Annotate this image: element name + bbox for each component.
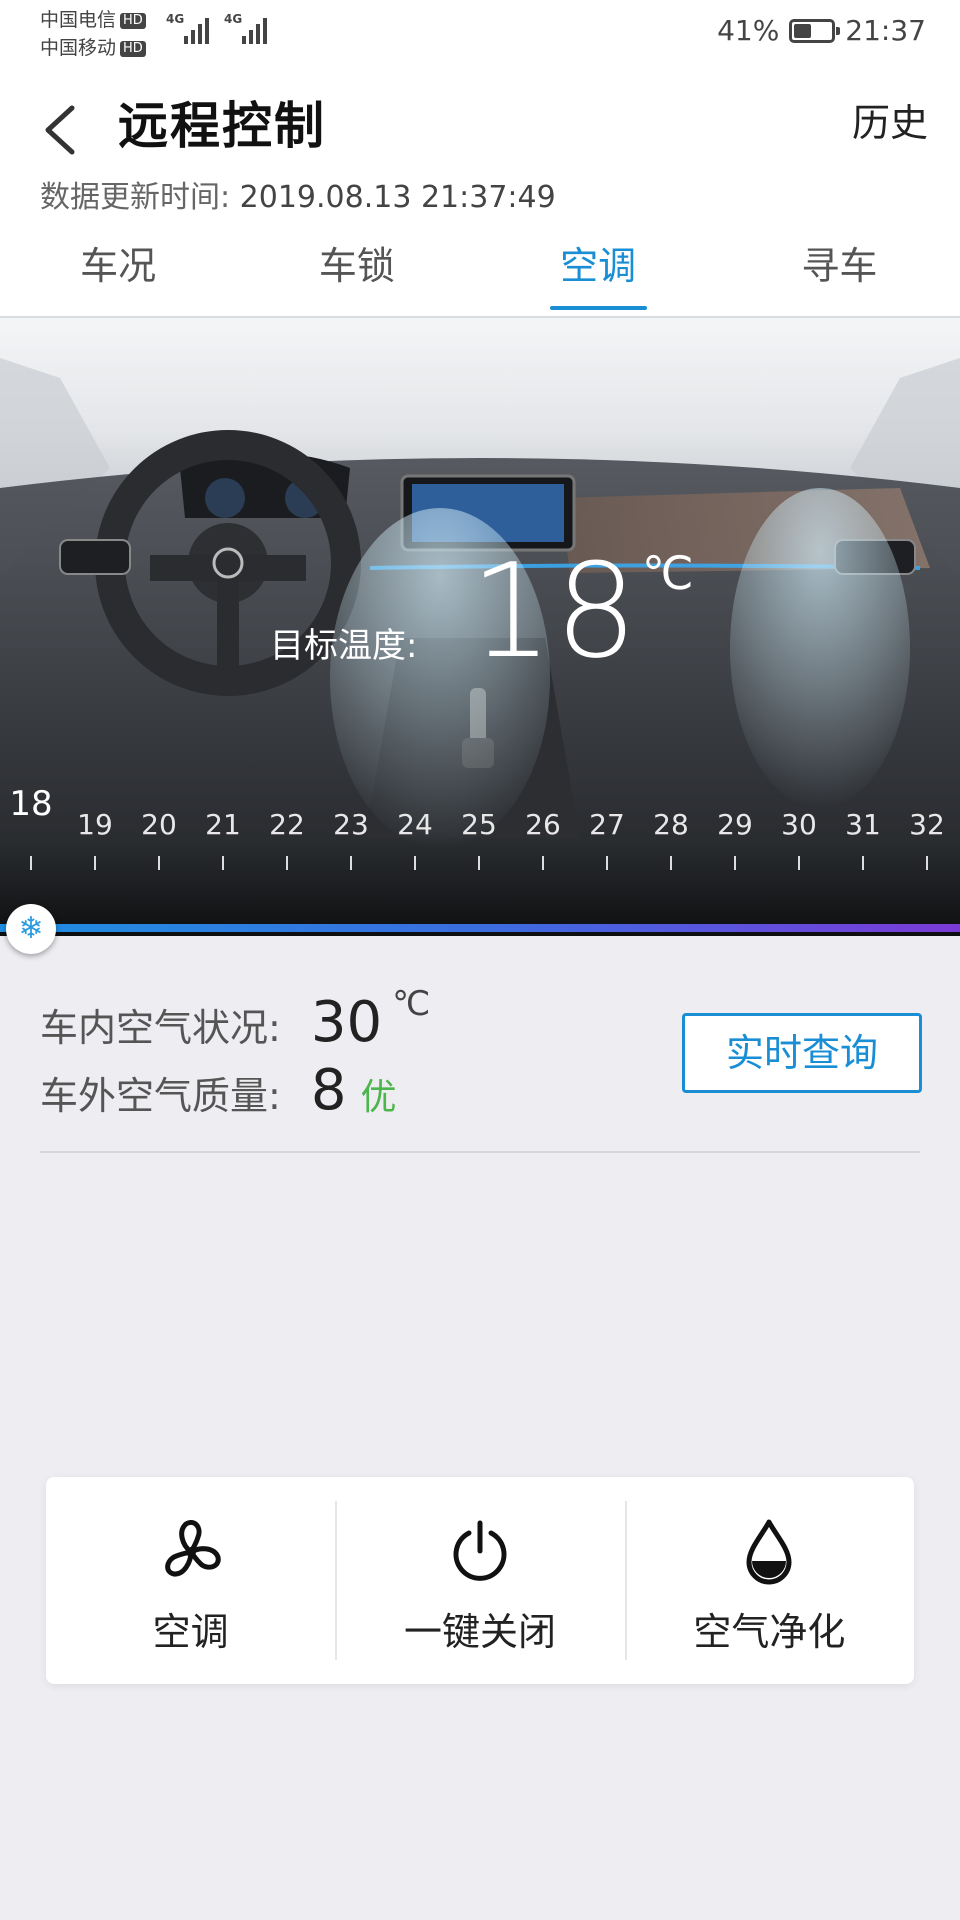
air-quality-badge: 优 — [360, 1077, 397, 1118]
target-temp-label: 目标温度: — [270, 626, 418, 666]
app-header: 远程控制 历史 数据更新时间: 2019.08.13 21:37:49 车况 车… — [0, 68, 960, 318]
carrier-info: 中国电信 HD 中国移动 HD — [40, 6, 146, 62]
network-type: 4G — [224, 12, 243, 26]
one-key-off-label: 一键关闭 — [403, 1610, 556, 1654]
realtime-query-button[interactable]: 实时查询 — [682, 1013, 922, 1093]
temp-scale-tick — [478, 856, 480, 870]
temp-scale-label[interactable]: 21 — [198, 808, 248, 841]
target-temp-value: 18 — [470, 535, 640, 687]
battery-icon — [789, 18, 841, 43]
update-time: 数据更新时间: 2019.08.13 21:37:49 — [40, 172, 556, 216]
hd-badge: HD — [120, 12, 146, 29]
temp-scale-tick — [350, 856, 352, 870]
temp-scale-tick — [30, 856, 32, 870]
temp-scale-label[interactable]: 19 — [70, 808, 120, 841]
carrier-1: 中国电信 — [40, 9, 117, 31]
status-right: 41% 21:37 — [717, 14, 926, 47]
battery-percent: 41% — [717, 14, 780, 47]
outside-air-label: 车外空气质量: — [40, 1074, 281, 1118]
action-card: 空调 一键关闭 空气净化 — [46, 1477, 914, 1684]
outside-air-row: 车外空气质量: 8 优 — [40, 1058, 396, 1123]
divider — [40, 1151, 920, 1153]
network-type: 4G — [166, 12, 185, 26]
clock: 21:37 — [845, 14, 926, 47]
temperature-slider-track[interactable] — [0, 924, 960, 932]
hd-badge: HD — [120, 40, 146, 57]
temp-scale-tick — [158, 856, 160, 870]
one-key-off-button[interactable]: 一键关闭 — [335, 1477, 624, 1684]
tab-bar: 车况 车锁 空调 寻车 — [0, 236, 960, 316]
power-icon — [453, 1520, 507, 1581]
temp-scale-label[interactable]: 32 — [902, 808, 952, 841]
temp-scale-tick — [606, 856, 608, 870]
ac-button[interactable]: 空调 — [46, 1477, 335, 1684]
temp-scale-label[interactable]: 29 — [710, 808, 760, 841]
temperature-slider-knob[interactable]: ❄ — [6, 904, 56, 954]
inside-air-label: 车内空气状况: — [40, 1006, 281, 1050]
temp-scale-label[interactable]: 24 — [390, 808, 440, 841]
temp-scale-tick — [798, 856, 800, 870]
inside-air-unit: ℃ — [392, 984, 431, 1024]
carrier-2: 中国移动 — [40, 37, 117, 59]
climate-hero: 目标温度: 18 ℃ 18 19 20 21 22 23 24 25 26 27 28 29 30 31 3… — [0, 318, 960, 936]
temp-scale-label[interactable]: 23 — [326, 808, 376, 841]
chevron-left-icon — [45, 105, 75, 155]
temp-scale-label[interactable]: 18 — [6, 784, 56, 824]
air-purify-label: 空气净化 — [693, 1610, 846, 1654]
inside-air-value: 30 — [310, 990, 383, 1055]
temp-scale-tick — [286, 856, 288, 870]
status-bar: 中国电信 HD 中国移动 HD 4G 4G 41% 21:37 — [0, 0, 960, 68]
temp-scale-tick — [670, 856, 672, 870]
tab-air-conditioning[interactable]: 空调 — [478, 236, 719, 316]
air-purify-button[interactable]: 空气净化 — [624, 1477, 914, 1684]
temp-scale-label[interactable]: 27 — [582, 808, 632, 841]
temp-scale-tick — [542, 856, 544, 870]
temp-scale-label[interactable]: 28 — [646, 808, 696, 841]
tab-vehicle-status[interactable]: 车况 — [0, 236, 236, 316]
target-temp-unit: ℃ — [642, 546, 694, 600]
update-label: 数据更新时间: — [40, 180, 231, 215]
fan-icon — [164, 1520, 221, 1577]
temp-scale-tick — [734, 856, 736, 870]
temperature-scale[interactable]: 18 19 20 21 22 23 24 25 26 27 28 29 30 31 32 — [0, 778, 960, 888]
temp-scale-tick — [414, 856, 416, 870]
signal-icon: 4G — [166, 12, 216, 44]
page-title: 远程控制 — [118, 97, 326, 155]
outside-air-value: 8 — [310, 1058, 347, 1123]
ac-button-label: 空调 — [152, 1610, 229, 1654]
temp-scale-label[interactable]: 20 — [134, 808, 184, 841]
back-button[interactable] — [34, 88, 94, 168]
tab-lock[interactable]: 车锁 — [236, 236, 477, 316]
temp-scale-label[interactable]: 30 — [774, 808, 824, 841]
temp-scale-tick — [94, 856, 96, 870]
temp-scale-tick — [862, 856, 864, 870]
water-drop-icon — [746, 1519, 792, 1585]
temp-scale-label[interactable]: 26 — [518, 808, 568, 841]
temp-scale-label[interactable]: 25 — [454, 808, 504, 841]
signal-icon: 4G — [224, 12, 274, 44]
snowflake-icon: ❄ — [18, 911, 44, 946]
temp-scale-label[interactable]: 22 — [262, 808, 312, 841]
update-timestamp: 2019.08.13 21:37:49 — [239, 180, 556, 215]
tab-find-car[interactable]: 寻车 — [719, 236, 960, 316]
history-link[interactable]: 历史 — [852, 92, 928, 147]
inside-air-row: 车内空气状况: 30 ℃ — [40, 984, 430, 1055]
temp-scale-tick — [926, 856, 928, 870]
temp-scale-label[interactable]: 31 — [838, 808, 888, 841]
temp-scale-tick — [222, 856, 224, 870]
